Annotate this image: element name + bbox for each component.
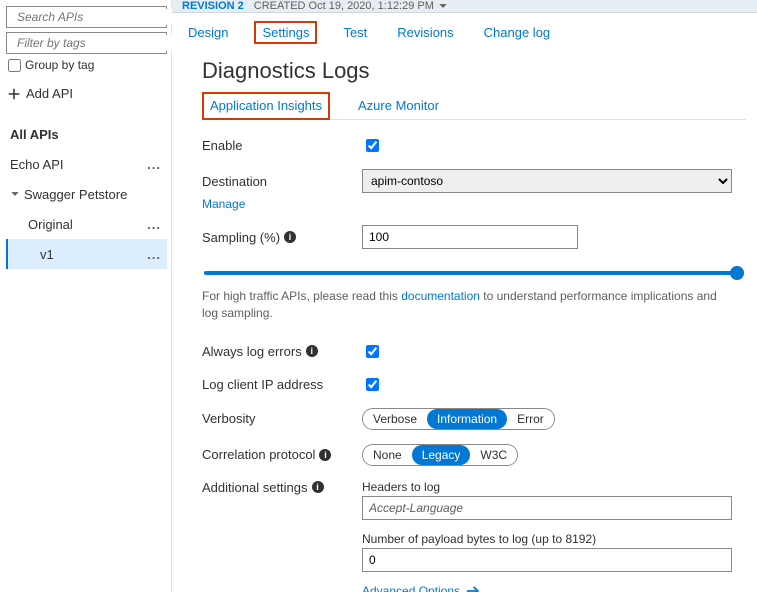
verbosity-error[interactable]: Error [507, 409, 554, 429]
info-icon[interactable]: i [312, 481, 324, 493]
chevron-down-icon [10, 189, 20, 199]
info-icon[interactable]: i [284, 231, 296, 243]
sidebar: Group by tag Add API All APIs Echo API .… [0, 0, 172, 592]
group-by-tag-label: Group by tag [25, 58, 94, 72]
search-apis-input[interactable] [15, 9, 176, 25]
headers-to-log-label: Headers to log [362, 480, 732, 494]
nav-v1[interactable]: v1 ... [6, 239, 167, 269]
page-title: Diagnostics Logs [202, 58, 746, 84]
tab-design[interactable]: Design [184, 23, 232, 42]
documentation-link[interactable]: documentation [401, 289, 480, 303]
sampling-slider[interactable] [204, 271, 744, 275]
nav-original[interactable]: Original ... [6, 209, 167, 239]
plus-icon [8, 88, 20, 100]
chevron-down-icon [438, 1, 448, 11]
info-icon[interactable]: i [306, 345, 318, 357]
nav-all-apis[interactable]: All APIs [6, 119, 167, 149]
additional-settings-label: Additional settings i [202, 480, 362, 495]
correlation-segmented[interactable]: None Legacy W3C [362, 444, 518, 466]
advanced-options-link[interactable]: Advanced Options [362, 584, 732, 592]
correlation-w3c[interactable]: W3C [470, 445, 517, 465]
filter-tags-box[interactable] [6, 32, 167, 54]
headers-to-log-input[interactable] [362, 496, 732, 520]
group-by-tag-row[interactable]: Group by tag [8, 58, 167, 72]
tab-settings[interactable]: Settings [254, 21, 317, 44]
enable-label: Enable [202, 138, 362, 153]
sampling-helper-text: For high traffic APIs, please read this … [202, 288, 732, 322]
always-log-errors-checkbox[interactable] [366, 345, 379, 358]
nav-echo-api[interactable]: Echo API ... [6, 149, 167, 179]
always-log-errors-label: Always log errors i [202, 344, 362, 359]
subtab-bar: Application Insights Azure Monitor [202, 92, 746, 120]
info-icon[interactable]: i [319, 449, 331, 461]
search-apis-box[interactable] [6, 6, 167, 28]
revision-badge[interactable]: REVISION 2 [182, 0, 244, 12]
log-client-ip-checkbox[interactable] [366, 378, 379, 391]
correlation-label: Correlation protocol i [202, 447, 362, 462]
sampling-label: Sampling (%) i [202, 230, 362, 245]
manage-link[interactable]: Manage [202, 197, 746, 211]
revision-created[interactable]: CREATED Oct 19, 2020, 1:12:29 PM [254, 0, 448, 12]
destination-select[interactable]: apim-contoso [362, 169, 732, 193]
enable-checkbox[interactable] [366, 139, 379, 152]
main-panel: REVISION 2 CREATED Oct 19, 2020, 1:12:29… [172, 0, 757, 592]
verbosity-verbose[interactable]: Verbose [363, 409, 427, 429]
tab-revisions[interactable]: Revisions [393, 23, 457, 42]
log-client-ip-label: Log client IP address [202, 377, 362, 392]
verbosity-segmented[interactable]: Verbose Information Error [362, 408, 555, 430]
add-api-label: Add API [26, 86, 73, 101]
revision-bar: REVISION 2 CREATED Oct 19, 2020, 1:12:29… [172, 0, 757, 13]
subtab-azure-monitor[interactable]: Azure Monitor [356, 92, 441, 119]
arrow-right-icon [466, 584, 480, 592]
subtab-application-insights[interactable]: Application Insights [202, 92, 330, 120]
tab-change-log[interactable]: Change log [480, 23, 555, 42]
correlation-legacy[interactable]: Legacy [412, 445, 471, 465]
correlation-none[interactable]: None [363, 445, 412, 465]
group-by-tag-checkbox[interactable] [8, 59, 21, 72]
nav-swagger-petstore[interactable]: Swagger Petstore [6, 179, 167, 209]
payload-bytes-input[interactable] [362, 548, 732, 572]
filter-tags-input[interactable] [15, 35, 176, 51]
tab-bar: Design Settings Test Revisions Change lo… [172, 13, 757, 52]
verbosity-information[interactable]: Information [427, 409, 507, 429]
add-api-button[interactable]: Add API [8, 86, 167, 101]
tab-test[interactable]: Test [339, 23, 371, 42]
ellipsis-icon[interactable]: ... [147, 157, 161, 172]
verbosity-label: Verbosity [202, 411, 362, 426]
sampling-input[interactable] [362, 225, 578, 249]
payload-bytes-label: Number of payload bytes to log (up to 81… [362, 532, 732, 546]
ellipsis-icon[interactable]: ... [147, 217, 161, 232]
ellipsis-icon[interactable]: ... [147, 247, 161, 262]
destination-label: Destination [202, 174, 362, 189]
